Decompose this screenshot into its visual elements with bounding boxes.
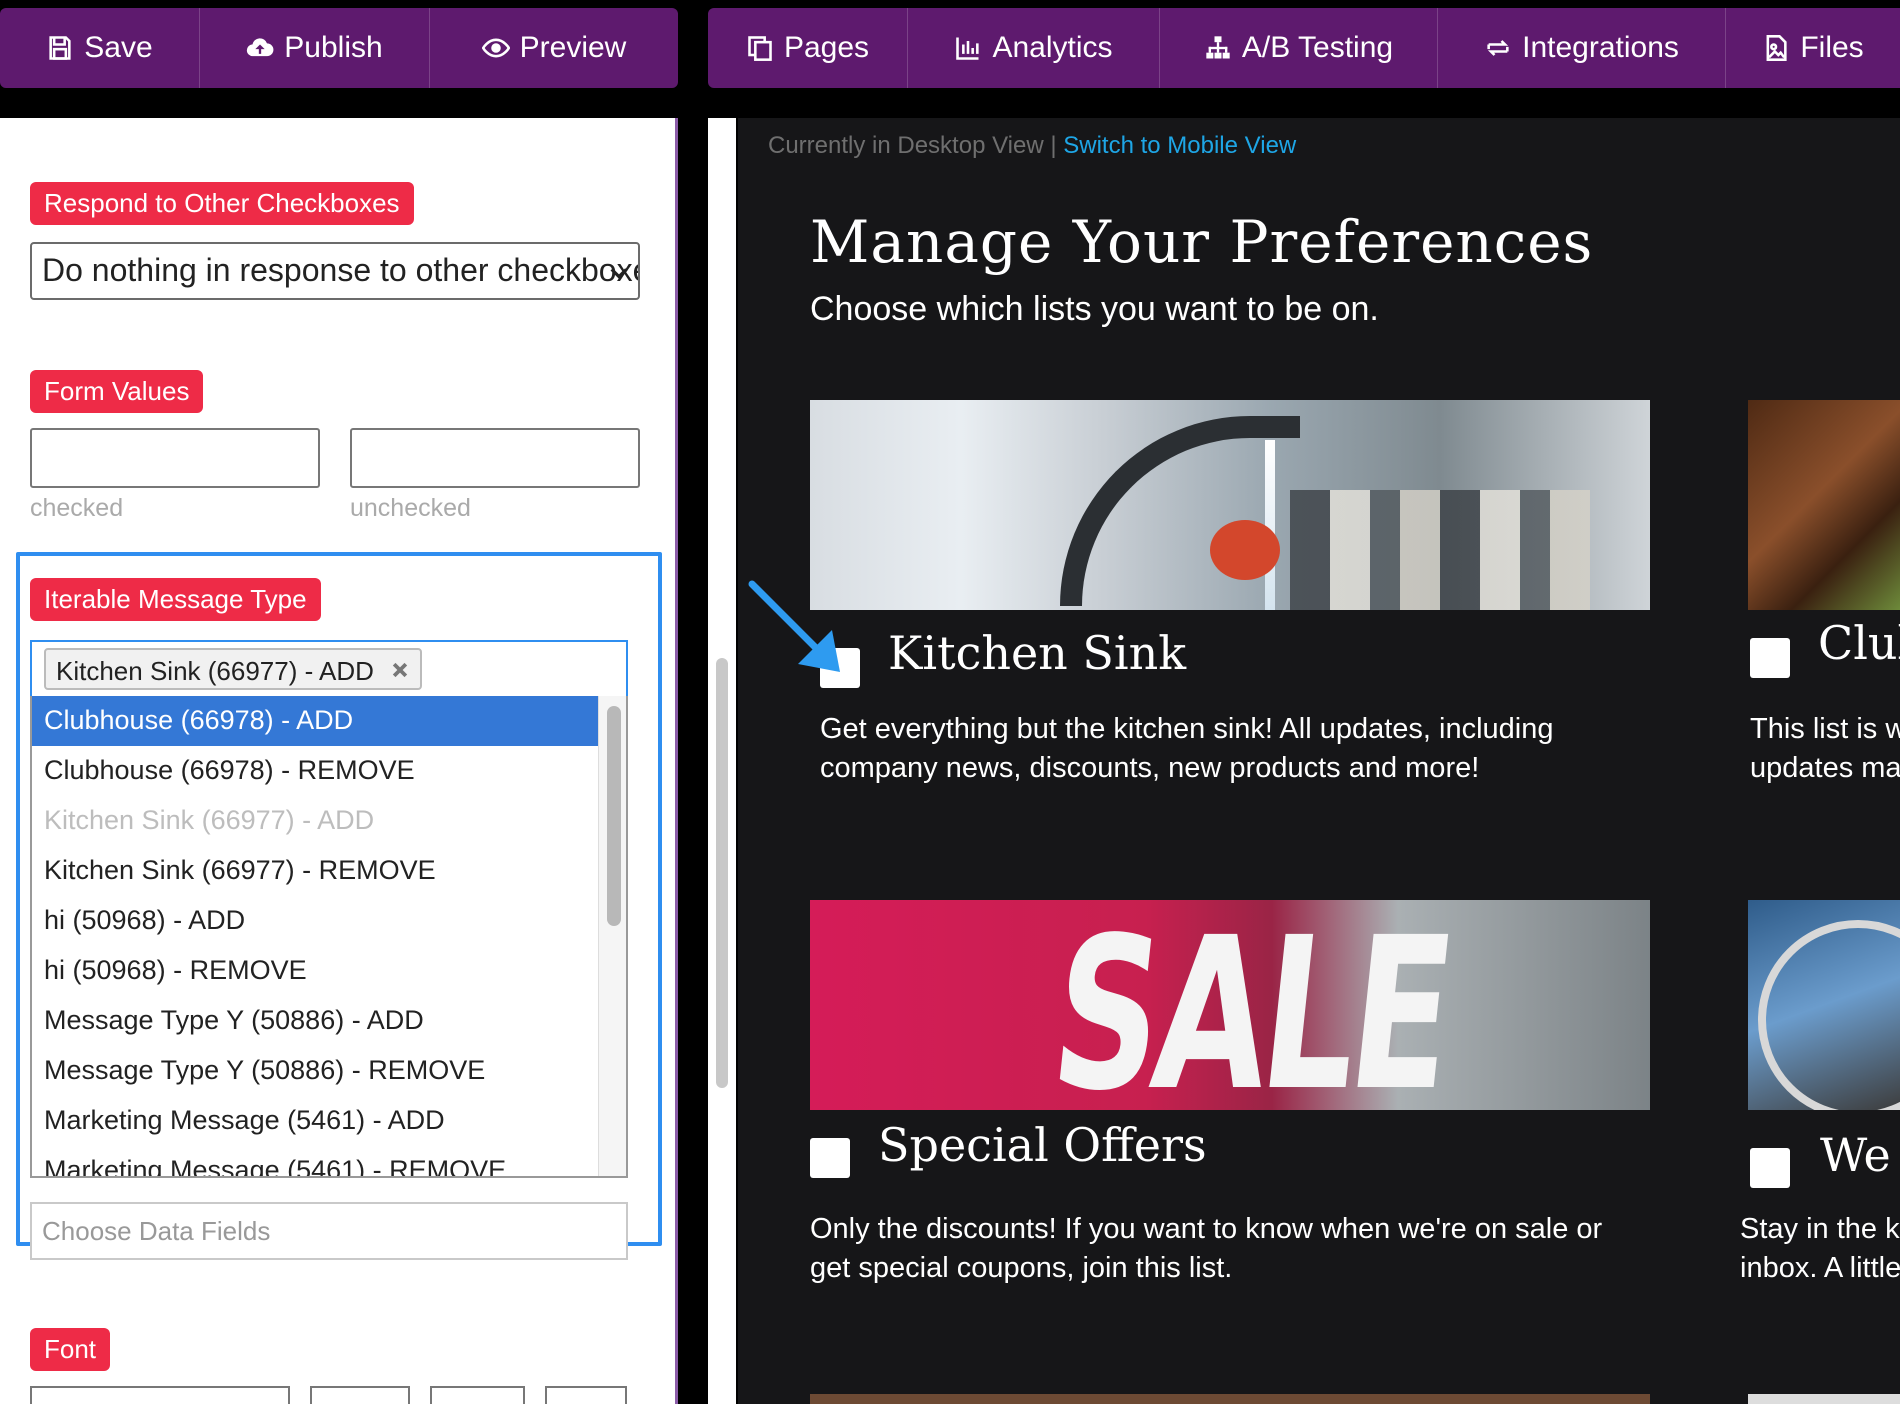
save-label: Save xyxy=(84,31,153,64)
option-item[interactable]: hi (50968) - REMOVE xyxy=(32,946,600,996)
weekly-desc-line1: Stay in the k xyxy=(1740,1213,1900,1245)
ab-testing-button[interactable]: A/B Testing xyxy=(1160,8,1438,88)
message-type-multiselect[interactable]: Kitchen Sink (66977) - ADD xyxy=(30,640,628,698)
unchecked-value-input[interactable] xyxy=(350,428,640,488)
kitchen-sink-desc-line1: Get everything but the kitchen sink! All… xyxy=(820,713,1554,745)
kitchen-sink-image xyxy=(810,400,1650,610)
jars-shape xyxy=(1290,490,1590,610)
analytics-label: Analytics xyxy=(992,31,1113,64)
weekly-checkbox[interactable] xyxy=(1750,1148,1790,1188)
clubhouse-image xyxy=(1748,400,1900,610)
option-item: Kitchen Sink (66977) - ADD xyxy=(44,805,375,835)
preview-scroll-gutter xyxy=(708,118,736,1404)
next-card-image-edge xyxy=(810,1394,1650,1404)
pointer-arrow-icon xyxy=(748,580,840,672)
respond-section-label: Respond to Other Checkboxes xyxy=(30,182,414,225)
message-type-options: Clubhouse (66978) - ADD Clubhouse (66978)… xyxy=(30,696,628,1178)
special-offers-desc-line2: get special coupons, join this list. xyxy=(810,1252,1233,1284)
publish-button[interactable]: Publish xyxy=(200,8,430,88)
font-size-input[interactable] xyxy=(430,1386,525,1404)
option-item[interactable]: Clubhouse (66978) - REMOVE xyxy=(32,746,600,796)
view-mode-note: Currently in Desktop View | Switch to Mo… xyxy=(768,132,1296,160)
pages-button[interactable]: Pages xyxy=(708,8,908,88)
save-icon xyxy=(49,36,71,60)
integrations-button[interactable]: Integrations xyxy=(1438,8,1726,88)
option-item[interactable]: Marketing Message (5461) - REMOVE xyxy=(32,1146,600,1176)
files-label: Files xyxy=(1800,31,1864,64)
option-item[interactable]: Kitchen Sink (66977) - REMOVE xyxy=(32,846,600,896)
option-item[interactable]: Marketing Message (5461) - ADD xyxy=(32,1096,600,1146)
cloud-upload-icon xyxy=(247,38,274,57)
files-button[interactable]: Files xyxy=(1726,8,1900,88)
font-weight-input[interactable] xyxy=(545,1386,627,1404)
pages-icon xyxy=(748,36,772,61)
page-preview: Currently in Desktop View | Switch to Mo… xyxy=(738,118,1900,1404)
analytics-button[interactable]: Analytics xyxy=(908,8,1160,88)
next-card-image-edge-right xyxy=(1748,1394,1900,1404)
switch-mobile-link[interactable]: Switch to Mobile View xyxy=(1063,132,1296,159)
view-mode-text: Currently in Desktop View | xyxy=(768,132,1057,159)
selected-chip: Kitchen Sink (66977) - ADD xyxy=(44,648,422,690)
weekly-title: We xyxy=(1820,1128,1891,1182)
message-type-label: Iterable Message Type xyxy=(30,578,321,621)
respond-select[interactable]: Do nothing in response to other checkbox… xyxy=(30,242,640,300)
page-title: Manage Your Preferences xyxy=(810,208,1594,276)
preview-label: Preview xyxy=(519,31,627,64)
bar-chart-icon xyxy=(956,37,980,60)
remove-chip-icon[interactable] xyxy=(390,660,410,680)
kitchen-sink-title: Kitchen Sink xyxy=(888,626,1187,680)
element-settings-panel: Respond to Other Checkboxes Do nothing i… xyxy=(0,118,678,1404)
font-family-input[interactable] xyxy=(30,1386,290,1404)
kitchen-sink-desc-line2: company news, discounts, new products an… xyxy=(820,752,1480,784)
font-label: Font xyxy=(30,1328,111,1371)
ferris-wheel-shape xyxy=(1758,920,1900,1110)
option-item[interactable]: Message Type Y (50886) - REMOVE xyxy=(32,1046,600,1096)
faucet-shape xyxy=(1060,416,1300,606)
unchecked-hint: unchecked xyxy=(350,494,471,522)
preview-scroll-thumb[interactable] xyxy=(716,658,728,1088)
checked-value-input[interactable] xyxy=(30,428,320,488)
options-scrollbar[interactable] xyxy=(598,696,626,1176)
checked-hint: checked xyxy=(30,494,124,522)
clubhouse-desc-line1: This list is w xyxy=(1750,713,1900,745)
chevron-down-icon xyxy=(610,268,628,279)
pages-label: Pages xyxy=(783,31,870,64)
ferris-wheel-image xyxy=(1748,900,1900,1110)
page-subtitle: Choose which lists you want to be on. xyxy=(810,290,1379,328)
data-fields-input[interactable]: Choose Data Fields xyxy=(30,1202,628,1260)
special-offers-desc-line1: Only the discounts! If you want to know … xyxy=(810,1213,1603,1245)
ab-testing-label: A/B Testing xyxy=(1241,31,1394,64)
special-offers-checkbox[interactable] xyxy=(810,1138,850,1178)
sale-sign-text: SALE xyxy=(1042,900,1460,1110)
option-item[interactable]: Clubhouse (66978) - ADD xyxy=(32,696,600,746)
exchange-icon xyxy=(1487,40,1509,56)
form-values-label: Form Values xyxy=(30,370,204,413)
file-image-icon xyxy=(1766,35,1787,61)
option-item[interactable]: Message Type Y (50886) - ADD xyxy=(32,996,600,1046)
clubhouse-checkbox[interactable] xyxy=(1750,638,1790,678)
options-scroll-thumb[interactable] xyxy=(607,706,621,926)
publish-label: Publish xyxy=(284,31,383,64)
weekly-desc-line2: inbox. A little xyxy=(1740,1252,1900,1284)
integrations-label: Integrations xyxy=(1522,31,1679,64)
special-offers-title: Special Offers xyxy=(878,1118,1207,1172)
editor-toolbar: Save Publish Preview xyxy=(0,8,678,88)
save-button[interactable]: Save xyxy=(0,8,200,88)
navigation-toolbar: Pages Analytics A/B Testing Integrations… xyxy=(708,8,1900,88)
data-fields-placeholder: Choose Data Fields xyxy=(42,1216,271,1246)
option-item[interactable]: hi (50968) - ADD xyxy=(32,896,600,946)
clubhouse-title: Club xyxy=(1818,616,1900,670)
selected-chip-label: Kitchen Sink (66977) - ADD xyxy=(56,656,374,686)
eye-icon xyxy=(481,38,510,58)
respond-select-value: Do nothing in response to other checkbox… xyxy=(42,252,640,288)
special-offers-image: SALE xyxy=(810,900,1650,1110)
font-color-input[interactable] xyxy=(310,1386,410,1404)
clubhouse-desc-line2: updates ma xyxy=(1750,752,1900,784)
apple-shape xyxy=(1210,520,1280,580)
preview-button[interactable]: Preview xyxy=(430,8,678,88)
water-stream-shape xyxy=(1265,440,1275,610)
sitemap-icon xyxy=(1206,36,1230,59)
